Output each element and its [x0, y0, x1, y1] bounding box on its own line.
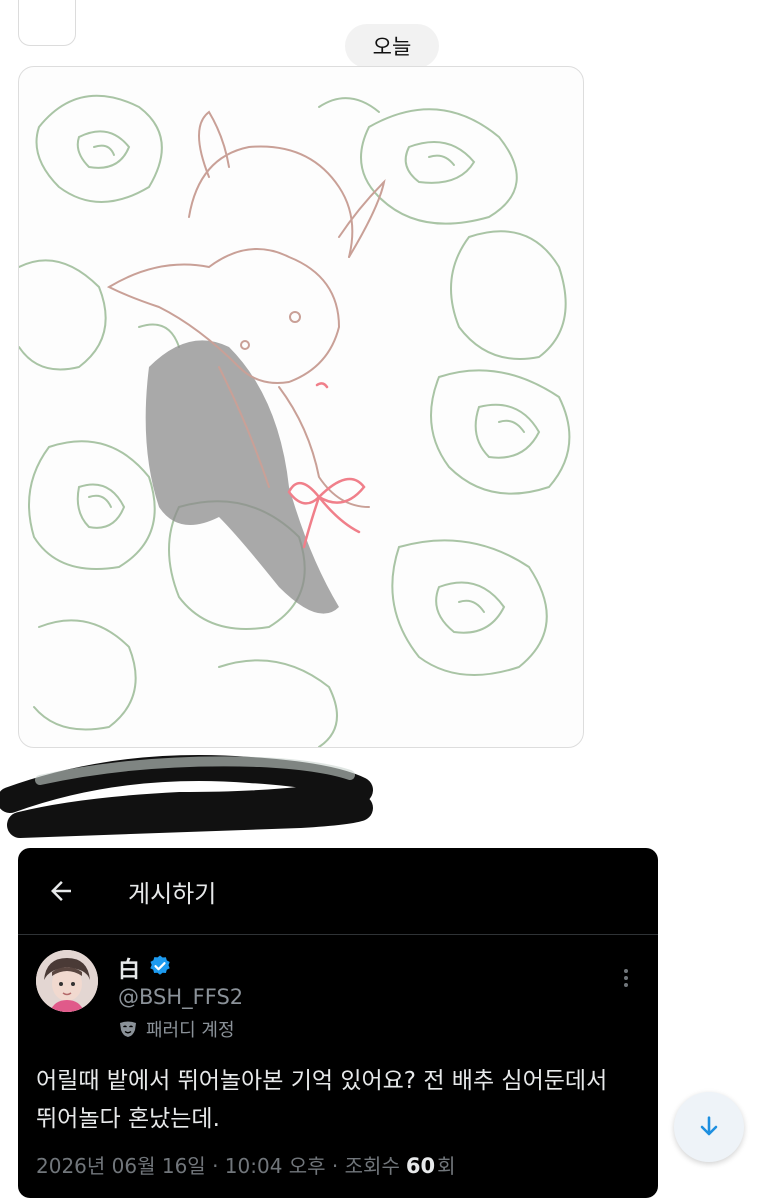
- page-title: 게시하기: [128, 880, 217, 908]
- arrow-left-icon[interactable]: [46, 876, 76, 906]
- tweet-meta: 2026년 06월 16일 · 10:04 오후 · 조회수 60 회: [36, 1150, 456, 1179]
- more-vertical-icon[interactable]: [616, 966, 636, 990]
- date-separator: 오늘: [345, 24, 439, 68]
- parody-label-text: 패러디 계정: [146, 1020, 235, 1041]
- avatar[interactable]: [36, 950, 98, 1012]
- redaction-scribble: [0, 755, 373, 838]
- timestamp[interactable]: 2026년 06월 16일 · 10:04 오후 · 조회수: [36, 1150, 400, 1179]
- display-name[interactable]: 白: [118, 952, 140, 984]
- view-count: 60: [405, 1154, 436, 1178]
- mask-icon: [120, 1021, 136, 1037]
- tweet-header: 게시하기: [18, 848, 658, 935]
- tweet-screenshot[interactable]: 게시하기 白 @BSH_FFS2 패러디 계정 어릴때 밭에서 뛰어놀아본 기억…: [18, 848, 658, 1198]
- verified-badge-icon: [150, 955, 170, 975]
- user-handle[interactable]: @BSH_FFS2: [118, 985, 243, 1009]
- shared-image[interactable]: [18, 66, 584, 748]
- parody-account-label: 패러디 계정: [118, 1016, 235, 1042]
- scroll-to-bottom-button[interactable]: [674, 1092, 744, 1162]
- view-count-suffix: 회: [437, 1154, 456, 1178]
- arrow-down-icon: [700, 1116, 718, 1136]
- tweet-text: 어릴때 밭에서 뛰어놀아본 기억 있어요? 전 배추 심어둔데서 뛰어놀다 혼났…: [36, 1068, 608, 1132]
- previous-message-bubble[interactable]: [18, 0, 76, 46]
- rabbit-illustration: [19, 94, 571, 747]
